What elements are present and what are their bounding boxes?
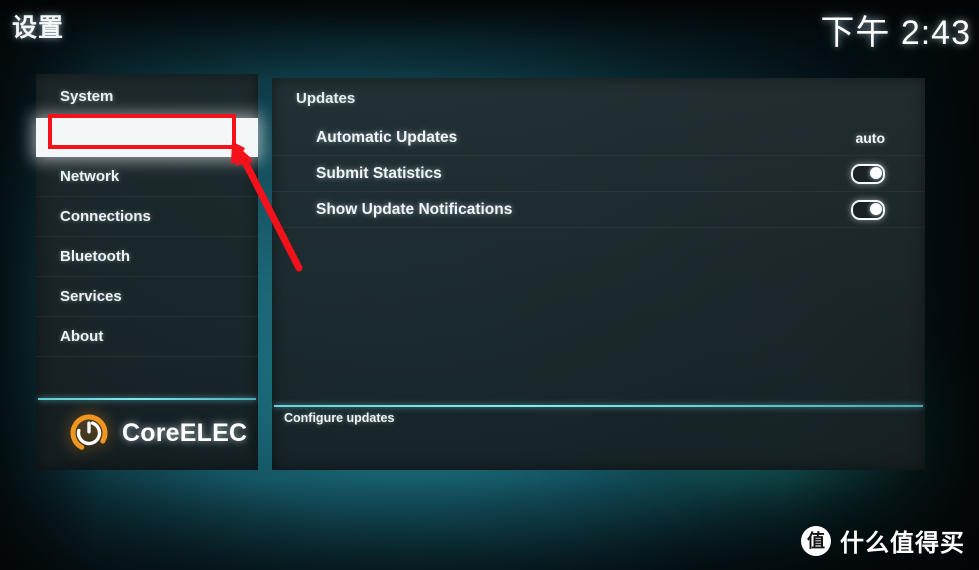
- top-bar: 设置 下午 2:43: [0, 0, 979, 62]
- system-clock: 下午 2:43: [820, 14, 971, 52]
- content-section-title: Updates: [296, 90, 356, 107]
- setting-label: Submit Statistics: [316, 164, 442, 182]
- sidebar-item-label: Bluetooth: [60, 248, 130, 265]
- setting-label: Automatic Updates: [316, 128, 458, 146]
- setting-row-submit-statistics[interactable]: Submit Statistics: [272, 156, 925, 192]
- settings-list: Automatic Updates auto Submit Statistics…: [272, 120, 925, 228]
- brand-name: CoreELEC: [122, 418, 248, 447]
- sidebar-item-network[interactable]: Network: [36, 157, 258, 197]
- setting-row-show-update-notifications[interactable]: Show Update Notifications: [272, 192, 925, 228]
- sidebar-item-about[interactable]: About: [36, 317, 258, 357]
- toggle-knob: [870, 166, 882, 179]
- toggle-submit-statistics[interactable]: [851, 163, 885, 184]
- setting-row-automatic-updates[interactable]: Automatic Updates auto: [272, 120, 925, 156]
- setting-label: Show Update Notifications: [316, 200, 513, 218]
- sidebar-item-services[interactable]: Services: [36, 277, 258, 317]
- sidebar-item-label: Network: [60, 168, 120, 185]
- sidebar-item-label: About: [60, 328, 104, 345]
- sidebar-item-label: Connections: [60, 208, 151, 225]
- watermark: 值 什么值得买: [801, 523, 965, 558]
- watermark-badge: 值: [801, 525, 831, 556]
- power-icon: [68, 412, 110, 454]
- sidebar-item-bluetooth[interactable]: Bluetooth: [36, 237, 258, 277]
- sidebar-item-label: Services: [60, 288, 122, 305]
- brand-logo: CoreELEC: [68, 412, 247, 454]
- sidebar-panel: System Network Connections Bluetooth Ser…: [36, 74, 258, 470]
- toggle-knob: [870, 202, 882, 215]
- content-footer-hint: Configure updates: [284, 411, 395, 425]
- page-title: 设置: [12, 14, 65, 42]
- sidebar-menu: Network Connections Bluetooth Services A…: [36, 118, 258, 357]
- watermark-text: 什么值得买: [840, 530, 965, 557]
- sidebar-category-header: System: [60, 88, 114, 105]
- toggle-show-update-notifications[interactable]: [851, 199, 885, 220]
- content-panel: Updates Automatic Updates auto Submit St…: [272, 78, 925, 470]
- sidebar-divider: [38, 398, 256, 400]
- content-divider: [274, 405, 923, 407]
- sidebar-item-updates[interactable]: [36, 118, 258, 157]
- setting-value-automatic-updates[interactable]: auto: [855, 130, 885, 146]
- tv-settings-screen: 设置 下午 2:43 System Network Connections Bl…: [0, 0, 979, 570]
- sidebar-item-connections[interactable]: Connections: [36, 197, 258, 237]
